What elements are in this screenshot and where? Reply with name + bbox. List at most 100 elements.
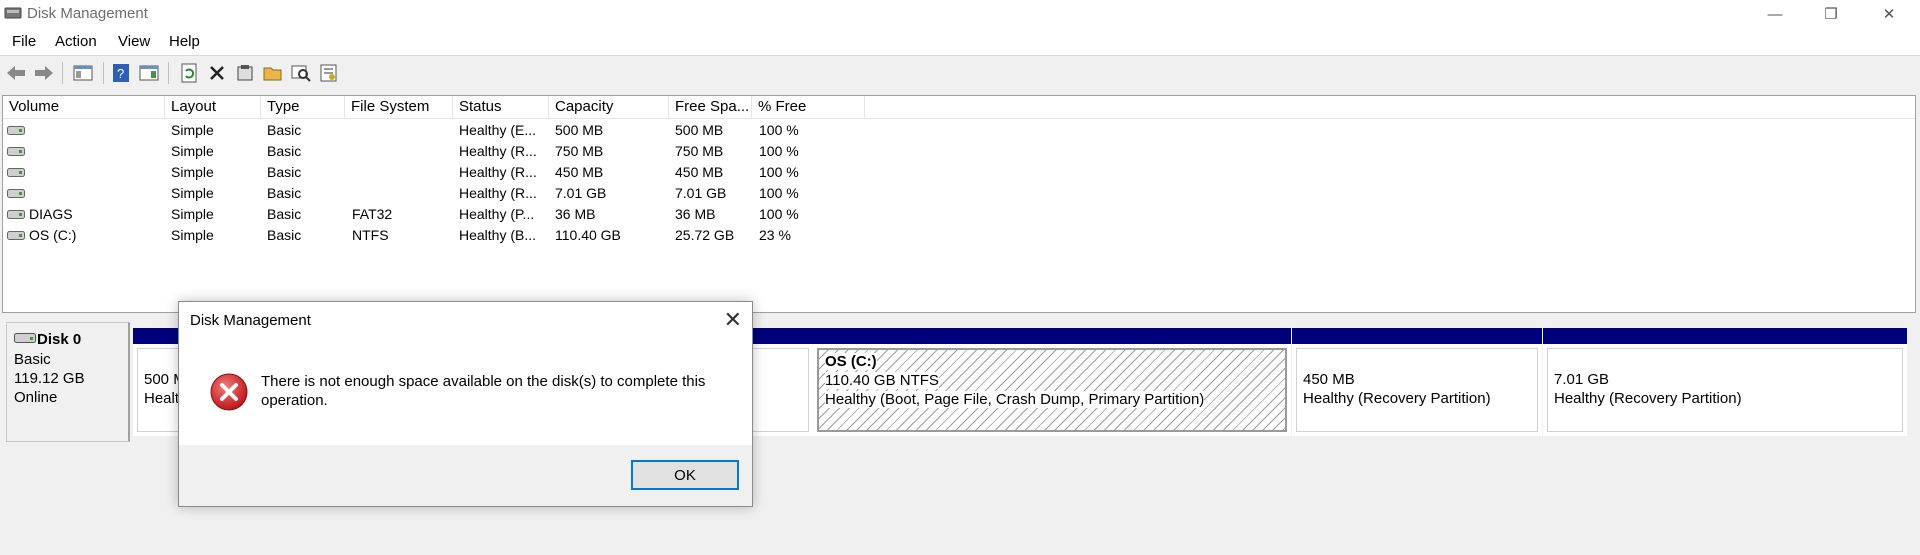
- volume-type: Basic: [267, 227, 302, 243]
- toolbar: ?: [0, 55, 1920, 91]
- partition-bar: [1292, 328, 1542, 344]
- dialog-title: Disk Management: [190, 312, 311, 329]
- volume-layout: Simple: [171, 185, 214, 201]
- volume-file-system: [352, 141, 452, 162]
- minimize-icon: —: [1767, 5, 1783, 23]
- drive-icon: [7, 189, 25, 198]
- minimize-button[interactable]: —: [1752, 0, 1798, 28]
- volume-free-space: 25.72 GB: [675, 227, 735, 243]
- volume-file-system: [352, 162, 452, 183]
- error-icon: [210, 373, 248, 411]
- partition-body: OS (C:) 110.40 GB NTFS Healthy (Boot, Pa…: [817, 348, 1287, 432]
- help-icon[interactable]: ?: [110, 62, 132, 84]
- restore-button[interactable]: ❐: [1808, 0, 1854, 28]
- settings-list-icon[interactable]: [318, 62, 340, 84]
- volume-type: Basic: [267, 185, 302, 201]
- volume-row[interactable]: Simple Basic Healthy (R... 450 MB 450 MB…: [3, 162, 1915, 183]
- column-status[interactable]: Status: [453, 96, 549, 118]
- volume-name: DIAGS: [29, 206, 73, 222]
- partition-7gb[interactable]: 7.01 GB Healthy (Recovery Partition): [1543, 328, 1907, 436]
- volume-capacity: 7.01 GB: [555, 185, 607, 201]
- console-tree-icon[interactable]: [72, 62, 94, 84]
- close-icon: ✕: [1882, 6, 1896, 23]
- partition-450mb[interactable]: 450 MB Healthy (Recovery Partition): [1292, 328, 1542, 436]
- search-icon[interactable]: [290, 62, 312, 84]
- volume-type: Basic: [267, 122, 302, 138]
- volume-list[interactable]: Volume Layout Type File System Status Ca…: [2, 95, 1916, 313]
- partition-status: Healthy (Recovery Partition): [1303, 390, 1491, 407]
- volume-percent-free: 100 %: [759, 164, 799, 180]
- volume-file-system: NTFS: [352, 227, 389, 243]
- volume-percent-free: 23 %: [759, 227, 791, 243]
- menu-file[interactable]: File: [12, 33, 36, 50]
- column-percent-free[interactable]: % Free: [752, 96, 865, 118]
- column-file-system[interactable]: File System: [345, 96, 453, 118]
- volume-row[interactable]: Simple Basic Healthy (R... 750 MB 750 MB…: [3, 141, 1915, 162]
- volume-row[interactable]: Simple Basic Healthy (E... 500 MB 500 MB…: [3, 120, 1915, 141]
- drive-icon: [7, 126, 25, 135]
- volume-capacity: 500 MB: [555, 122, 604, 138]
- volume-free-space: 7.01 GB: [675, 185, 727, 201]
- menu-view[interactable]: View: [118, 33, 150, 50]
- drive-icon: [7, 231, 25, 240]
- dialog-close-button[interactable]: ✕: [724, 307, 742, 333]
- window-title: Disk Management: [27, 5, 148, 22]
- close-button[interactable]: ✕: [1866, 0, 1912, 28]
- disk-icon: [14, 333, 36, 343]
- dialog-message: There is not enough space available on t…: [261, 373, 706, 409]
- volume-percent-free: 100 %: [759, 122, 799, 138]
- column-free-space[interactable]: Free Spa...: [669, 96, 752, 118]
- menu-help[interactable]: Help: [169, 33, 200, 50]
- volume-name: [29, 141, 159, 162]
- back-arrow-icon[interactable]: [5, 62, 27, 84]
- ok-button[interactable]: OK: [631, 460, 739, 490]
- volume-row[interactable]: OS (C:) Simple Basic NTFS Healthy (B... …: [3, 225, 1915, 246]
- properties-icon[interactable]: [234, 62, 256, 84]
- show-hide-pane-icon[interactable]: [138, 62, 160, 84]
- volume-status: Healthy (P...: [459, 206, 535, 222]
- volume-type: Basic: [267, 206, 302, 222]
- partition-size: 450 MB: [1303, 371, 1355, 388]
- partition-name: OS (C:): [825, 353, 877, 370]
- volume-type: Basic: [267, 164, 302, 180]
- error-dialog: Disk Management ✕ There is not enough sp…: [178, 301, 753, 507]
- volume-capacity: 450 MB: [555, 164, 604, 180]
- menu-bar: File Action View Help: [0, 28, 1920, 55]
- forward-arrow-icon[interactable]: [33, 62, 55, 84]
- volume-status: Healthy (R...: [459, 164, 537, 180]
- title-bar: Disk Management — ❐ ✕: [0, 0, 1920, 28]
- drive-icon: [7, 147, 25, 156]
- column-volume[interactable]: Volume: [3, 96, 165, 118]
- volume-status: Healthy (B...: [459, 227, 537, 243]
- volume-name: [29, 183, 159, 204]
- volume-free-space: 750 MB: [675, 143, 724, 159]
- partition-size: 110.40 GB NTFS: [825, 372, 939, 389]
- volume-name: [29, 162, 159, 183]
- column-type[interactable]: Type: [261, 96, 345, 118]
- volume-percent-free: 100 %: [759, 185, 799, 201]
- partition-status: Healthy (Recovery Partition): [1554, 390, 1742, 407]
- volume-row[interactable]: Simple Basic Healthy (R... 7.01 GB 7.01 …: [3, 183, 1915, 204]
- disk-0-info[interactable]: Disk 0 Basic 119.12 GB Online: [6, 322, 130, 442]
- disk-state: Online: [14, 389, 58, 406]
- volume-layout: Simple: [171, 122, 214, 138]
- partition-body: 7.01 GB Healthy (Recovery Partition): [1547, 348, 1903, 432]
- svg-text:?: ?: [117, 66, 124, 81]
- volume-status: Healthy (R...: [459, 143, 537, 159]
- open-folder-icon[interactable]: [262, 62, 284, 84]
- partition-os-c[interactable]: OS (C:) 110.40 GB NTFS Healthy (Boot, Pa…: [813, 328, 1291, 436]
- volume-list-header: Volume Layout Type File System Status Ca…: [3, 96, 1915, 119]
- column-layout[interactable]: Layout: [165, 96, 261, 118]
- volume-row[interactable]: DIAGS Simple Basic FAT32 Healthy (P... 3…: [3, 204, 1915, 225]
- partition-bar: [813, 328, 1291, 344]
- column-capacity[interactable]: Capacity: [549, 96, 669, 118]
- volume-free-space: 450 MB: [675, 164, 724, 180]
- restore-icon: ❐: [1824, 6, 1838, 23]
- disk-name: Disk 0: [37, 331, 82, 348]
- menu-action[interactable]: Action: [55, 33, 97, 50]
- volume-type: Basic: [267, 143, 302, 159]
- delete-icon[interactable]: [206, 62, 228, 84]
- volume-name: OS (C:): [29, 227, 77, 243]
- refresh-icon[interactable]: [178, 62, 200, 84]
- volume-status: Healthy (E...: [459, 122, 537, 138]
